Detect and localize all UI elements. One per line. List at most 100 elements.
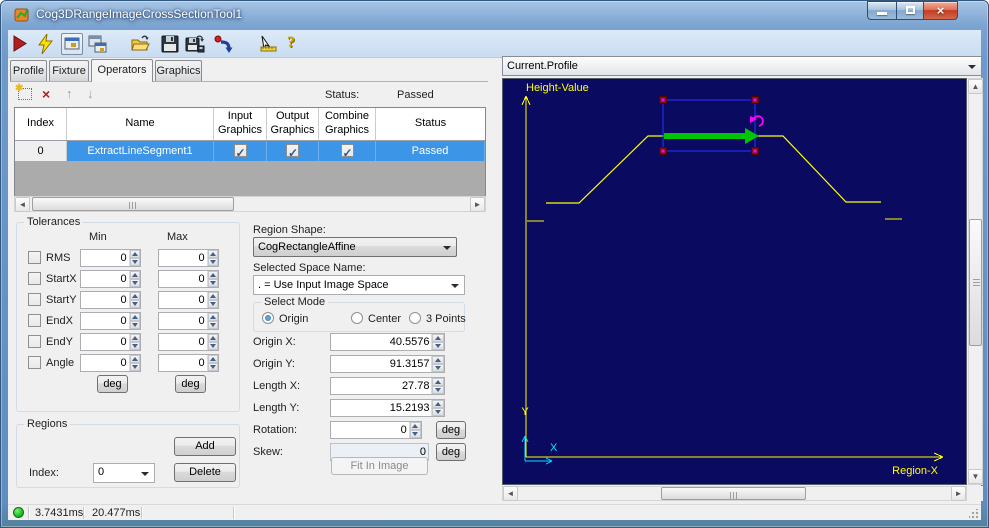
display-vscroll-thumb[interactable] bbox=[969, 219, 982, 346]
rms-max-input[interactable] bbox=[159, 250, 207, 266]
starty-checkbox[interactable] bbox=[28, 293, 41, 306]
spin-up-icon[interactable] bbox=[129, 271, 140, 279]
endy-max-spinner[interactable] bbox=[158, 333, 219, 351]
display-scroll-right-button[interactable]: ► bbox=[951, 486, 966, 501]
display-scroll-down-button[interactable]: ▼ bbox=[968, 469, 983, 484]
length_y-input[interactable] bbox=[331, 400, 432, 416]
rotation-deg-button[interactable]: deg bbox=[436, 421, 466, 439]
col-header-status[interactable]: Status bbox=[376, 108, 485, 140]
row-index-cell[interactable]: 0 bbox=[15, 141, 67, 161]
reset-button[interactable] bbox=[213, 34, 233, 54]
spin-up-icon[interactable] bbox=[207, 313, 218, 321]
table-scroll-right-button[interactable]: ► bbox=[470, 197, 485, 212]
col-header-name[interactable]: Name bbox=[67, 108, 214, 140]
max-deg-button[interactable]: deg bbox=[175, 375, 206, 393]
combine-graphics-checkbox[interactable] bbox=[340, 143, 354, 163]
input-graphics-checkbox[interactable] bbox=[233, 143, 247, 163]
spin-up-icon[interactable] bbox=[129, 313, 140, 321]
spin-down-icon[interactable] bbox=[432, 408, 444, 416]
center-radio[interactable] bbox=[351, 312, 363, 324]
row-status-cell[interactable]: Passed bbox=[376, 141, 485, 161]
spin-down-icon[interactable] bbox=[432, 386, 444, 394]
region-shape-dropdown[interactable]: CogRectangleAffine bbox=[253, 237, 457, 257]
angle-min-input[interactable] bbox=[81, 355, 129, 371]
endx-max-spinner[interactable] bbox=[158, 312, 219, 330]
endx-checkbox[interactable] bbox=[28, 314, 41, 327]
endx-min-spinner[interactable] bbox=[80, 312, 141, 330]
fit-in-image-button[interactable]: Fit In Image bbox=[331, 457, 428, 475]
display-scroll-up-button[interactable]: ▲ bbox=[968, 79, 983, 94]
move-up-button[interactable]: ↑ bbox=[66, 86, 73, 101]
origin_x-spinner[interactable] bbox=[330, 333, 445, 351]
maximize-button[interactable] bbox=[896, 1, 924, 20]
angle-max-spinner[interactable] bbox=[158, 354, 219, 372]
row-name-cell[interactable]: ExtractLineSegment1 bbox=[67, 141, 214, 161]
rms-checkbox[interactable] bbox=[28, 251, 41, 264]
spin-down-icon[interactable] bbox=[129, 342, 140, 350]
row-output-graphics-cell[interactable] bbox=[267, 141, 319, 163]
origin_y-input[interactable] bbox=[331, 356, 432, 372]
spin-up-icon[interactable] bbox=[432, 334, 444, 342]
col-header-index[interactable]: Index bbox=[15, 108, 67, 140]
open-file-button[interactable] bbox=[130, 34, 150, 54]
min-deg-button[interactable]: deg bbox=[97, 375, 128, 393]
endy-max-input[interactable] bbox=[159, 334, 207, 350]
starty-max-spinner[interactable] bbox=[158, 291, 219, 309]
col-header-combine-graphics[interactable]: Combine Graphics bbox=[319, 108, 376, 140]
length_x-input[interactable] bbox=[331, 378, 432, 394]
startx-min-input[interactable] bbox=[81, 271, 129, 287]
tab-graphics[interactable]: Graphics bbox=[155, 60, 202, 81]
trigger-button[interactable] bbox=[36, 33, 56, 55]
help-button[interactable]: ? bbox=[287, 34, 301, 54]
spin-down-icon[interactable] bbox=[207, 321, 218, 329]
endy-min-input[interactable] bbox=[81, 334, 129, 350]
spin-up-icon[interactable] bbox=[207, 292, 218, 300]
col-header-output-graphics[interactable]: Output Graphics bbox=[267, 108, 319, 140]
delete-operator-button[interactable]: × bbox=[42, 86, 50, 102]
region-index-dropdown[interactable]: 0 bbox=[93, 463, 155, 483]
col-header-input-graphics[interactable]: Input Graphics bbox=[214, 108, 267, 140]
row-combine-graphics-cell[interactable] bbox=[319, 141, 376, 163]
spin-down-icon[interactable] bbox=[432, 342, 444, 350]
display-vscrollbar[interactable]: ▲ ▼ bbox=[968, 78, 983, 485]
spin-down-icon[interactable] bbox=[207, 363, 218, 371]
space-name-dropdown[interactable]: . = Use Input Image Space bbox=[253, 275, 465, 295]
startx-max-input[interactable] bbox=[159, 271, 207, 287]
origin_x-input[interactable] bbox=[331, 334, 432, 350]
startx-max-spinner[interactable] bbox=[158, 270, 219, 288]
delete-region-button[interactable]: Delete bbox=[174, 463, 236, 482]
endy-min-spinner[interactable] bbox=[80, 333, 141, 351]
spin-down-icon[interactable] bbox=[129, 258, 140, 266]
spin-up-icon[interactable] bbox=[432, 356, 444, 364]
starty-min-input[interactable] bbox=[81, 292, 129, 308]
table-hscrollbar[interactable]: ◄ ► bbox=[14, 196, 486, 212]
spin-up-icon[interactable] bbox=[207, 250, 218, 258]
spin-up-icon[interactable] bbox=[409, 422, 421, 430]
angle-max-input[interactable] bbox=[159, 355, 207, 371]
three-points-radio[interactable] bbox=[409, 312, 421, 324]
endx-max-input[interactable] bbox=[159, 313, 207, 329]
endx-min-input[interactable] bbox=[81, 313, 129, 329]
spin-down-icon[interactable] bbox=[432, 364, 444, 372]
rotation-spinner[interactable] bbox=[330, 421, 422, 439]
float-image-pane-button[interactable] bbox=[88, 35, 108, 55]
resize-grip[interactable] bbox=[969, 509, 979, 519]
spin-up-icon[interactable] bbox=[129, 334, 140, 342]
profile-plot[interactable] bbox=[502, 78, 967, 485]
origin_y-spinner[interactable] bbox=[330, 355, 445, 373]
table-hscroll-thumb[interactable] bbox=[32, 197, 234, 211]
startx-checkbox[interactable] bbox=[28, 272, 41, 285]
angle-checkbox[interactable] bbox=[28, 356, 41, 369]
spin-down-icon[interactable] bbox=[129, 321, 140, 329]
rotation-input[interactable] bbox=[331, 422, 409, 438]
minimize-button[interactable] bbox=[867, 1, 897, 20]
length_x-spinner[interactable] bbox=[330, 377, 445, 395]
save-as-button[interactable] bbox=[185, 34, 205, 54]
spin-down-icon[interactable] bbox=[207, 342, 218, 350]
spin-down-icon[interactable] bbox=[129, 279, 140, 287]
rms-max-spinner[interactable] bbox=[158, 249, 219, 267]
starty-min-spinner[interactable] bbox=[80, 291, 141, 309]
spin-down-icon[interactable] bbox=[129, 363, 140, 371]
tab-operators[interactable]: Operators bbox=[91, 59, 153, 82]
electrode-button[interactable] bbox=[258, 34, 278, 54]
